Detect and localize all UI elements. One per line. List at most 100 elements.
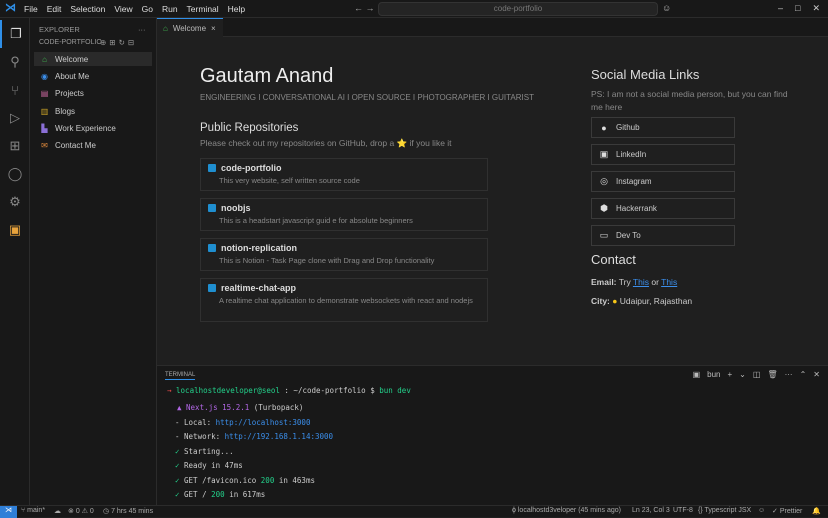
menu-go[interactable]: Go: [142, 4, 153, 14]
social-link-hackerrank[interactable]: ⬢ Hackerrank: [591, 198, 735, 219]
file-work-experience[interactable]: ▙ Work Experience: [34, 121, 152, 135]
terminal-shell-icon[interactable]: ▣: [693, 370, 701, 379]
back-forward-icon[interactable]: ← →: [354, 3, 375, 13]
repo-name: notion-replication: [221, 243, 297, 253]
encoding[interactable]: UTF-8: [673, 507, 693, 514]
file-welcome[interactable]: ⌂ Welcome: [34, 52, 152, 66]
explorer-icon[interactable]: ❐: [0, 20, 30, 48]
social-label: LinkedIn: [616, 150, 647, 159]
close-window-icon[interactable]: ✕: [812, 3, 820, 14]
social-link-instagram[interactable]: ◎ Instagram: [591, 171, 735, 192]
problems-indicator[interactable]: ⊗ 0 ⚠ 0: [68, 507, 94, 515]
folder-name[interactable]: CODE-PORTFOLIO: [39, 39, 102, 46]
more-icon[interactable]: ···: [785, 370, 793, 379]
repo-name: realtime-chat-app: [221, 283, 297, 293]
git-blame[interactable]: ϕ localhostd3veloper (45 mins ago): [512, 507, 621, 514]
contact-heading: Contact: [591, 252, 636, 267]
search-icon[interactable]: ⚲: [0, 48, 30, 76]
split-terminal-icon[interactable]: ◫: [753, 370, 761, 379]
file-about-me[interactable]: ◉ About Me: [34, 69, 152, 83]
menu-help[interactable]: Help: [228, 4, 245, 14]
settings-gear-icon[interactable]: ⚙: [0, 188, 30, 216]
file-label: Work Experience: [55, 123, 116, 133]
repos-heading: Public Repositories: [200, 122, 299, 134]
run-debug-icon[interactable]: ▷: [0, 104, 30, 132]
more-actions-icon[interactable]: ···: [138, 25, 146, 34]
mail-icon: ✉: [41, 140, 48, 150]
log-line: Starting...: [184, 447, 234, 456]
extensions-icon[interactable]: ⊞: [0, 132, 30, 160]
location-pin-icon: ●: [612, 296, 618, 306]
repo-card[interactable]: realtime-chat-app A realtime chat applica…: [200, 278, 488, 322]
close-panel-icon[interactable]: ✕: [813, 370, 820, 379]
turbopack-label: (Turbopack): [253, 403, 304, 412]
folder-actions-icon[interactable]: ⊕⊞↻⊟: [100, 38, 137, 47]
menu-selection[interactable]: Selection: [70, 4, 105, 14]
menu-run[interactable]: Run: [162, 4, 178, 14]
log-timing: in 463ms: [278, 476, 315, 485]
menu-edit[interactable]: Edit: [47, 4, 62, 14]
time-tracker[interactable]: ◷ 7 hrs 45 mins: [103, 507, 153, 515]
social-link-github[interactable]: ● Github: [591, 117, 735, 138]
chevron-down-icon[interactable]: ⌄: [739, 370, 746, 379]
command-center-search[interactable]: code-portfolio: [378, 2, 658, 16]
trash-icon[interactable]: 🗑: [767, 370, 777, 379]
tab-terminal[interactable]: TERMINAL: [165, 372, 196, 380]
email-row: Email: Try This or This: [591, 277, 677, 287]
notifications-bell-icon[interactable]: 🔔: [812, 507, 821, 515]
vscode-logo-icon: ⋊: [5, 2, 16, 14]
language-mode[interactable]: {} Typescript JSX: [698, 507, 751, 514]
file-label: About Me: [55, 71, 90, 81]
error-count: 0: [75, 508, 80, 515]
social-link-devto[interactable]: ▭ Dev To: [591, 225, 735, 246]
file-projects[interactable]: ▤ Projects: [34, 86, 152, 100]
copilot-icon[interactable]: ☺: [662, 3, 671, 13]
editor-tabs: ⌂ Welcome ×: [157, 18, 828, 37]
devto-icon: ▭: [599, 230, 609, 240]
repo-desc: A realtime chat application to demonstra…: [219, 296, 473, 305]
new-terminal-icon[interactable]: +: [728, 370, 733, 379]
branch-name: main*: [27, 507, 46, 514]
email-try: Try: [618, 277, 631, 287]
github-icon: ●: [601, 122, 607, 133]
copilot-status-icon[interactable]: ☺: [758, 507, 765, 514]
branch-icon: ⑂: [21, 507, 26, 514]
local-url[interactable]: http://localhost:3000: [216, 418, 311, 427]
prompt-user: localhostdeveloper@seol: [176, 386, 280, 395]
minimize-icon[interactable]: –: [778, 3, 783, 14]
repo-icon: [208, 204, 216, 212]
email-link-2[interactable]: This: [661, 277, 677, 287]
repo-card[interactable]: notion-replication This is Notion - Task …: [200, 238, 488, 271]
account-icon[interactable]: ◯: [0, 160, 30, 188]
home-icon: ⌂: [163, 23, 168, 33]
repo-card[interactable]: code-portfolio This very website, self wr…: [200, 158, 488, 191]
welcome-page: Gautam Anand ENGINEERING I CONVERSATIONA…: [157, 37, 828, 365]
log-line: GET /favicon.ico: [184, 476, 257, 485]
maximize-panel-icon[interactable]: ⌃: [800, 370, 807, 379]
prettier-status[interactable]: ✓ Prettier: [772, 507, 802, 515]
branch-indicator[interactable]: ⑂ main*: [21, 507, 45, 514]
repo-card[interactable]: noobjs This is a headstart javascript gui…: [200, 198, 488, 231]
file-blogs[interactable]: ▥ Blogs: [34, 104, 152, 118]
social-link-linkedin[interactable]: ▣ LinkedIn: [591, 144, 735, 165]
close-tab-icon[interactable]: ×: [211, 24, 216, 33]
tab-welcome[interactable]: ⌂ Welcome ×: [157, 18, 223, 37]
file-contact-me[interactable]: ✉ Contact Me: [34, 138, 152, 152]
shell-name[interactable]: bun: [707, 370, 720, 379]
sync-icon[interactable]: ☁: [54, 507, 61, 515]
maximize-icon[interactable]: □: [795, 3, 800, 14]
menu-file[interactable]: File: [24, 4, 38, 14]
terminal-icon[interactable]: ▣: [0, 216, 30, 244]
page-title: Gautam Anand: [200, 65, 334, 87]
remote-icon[interactable]: ⋊: [0, 506, 17, 518]
source-control-icon[interactable]: ⑂: [0, 76, 30, 104]
cursor-position[interactable]: Ln 23, Col 3: [632, 507, 670, 514]
log-line: Ready in 47ms: [184, 461, 243, 470]
social-label: Hackerrank: [616, 204, 657, 213]
menu-view[interactable]: View: [114, 4, 132, 14]
terminal-panel[interactable]: TERMINAL ▣ bun + ⌄ ◫ 🗑 ··· ⌃ ✕ → localhostdev…: [157, 365, 828, 505]
email-link-1[interactable]: This: [633, 277, 649, 287]
menu-terminal[interactable]: Terminal: [187, 4, 219, 14]
status-bar: ⋊ ⑂ main* ☁ ⊗ 0 ⚠ 0 ◷ 7 hrs 45 mins ϕ lo…: [0, 505, 828, 518]
network-url[interactable]: http://192.168.1.14:3000: [225, 432, 333, 441]
